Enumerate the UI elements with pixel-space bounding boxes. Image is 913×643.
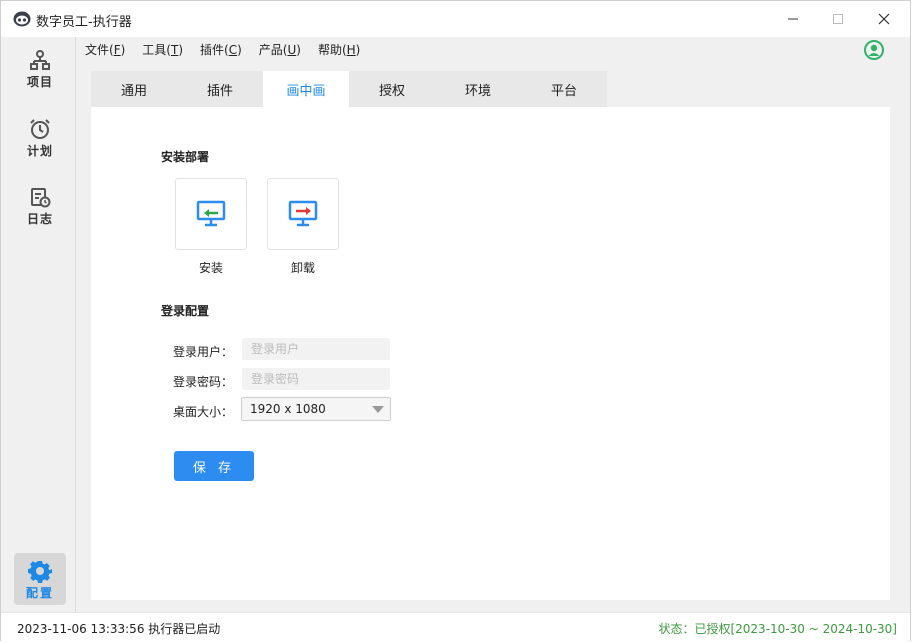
sitemap-icon	[30, 50, 50, 70]
desktop-size-label: 桌面大小：	[173, 405, 234, 419]
menu-file[interactable]: 文件(F)	[85, 41, 125, 58]
tab-general[interactable]: 通用	[91, 71, 177, 107]
uninstall-monitor-icon	[288, 200, 318, 227]
password-field-label: 登录密码：	[173, 375, 234, 389]
login-section-title: 登录配置	[161, 304, 210, 318]
window-title: 数字员工-执行器	[36, 15, 132, 30]
sidebar-item-label: 项目	[26, 75, 53, 89]
tab-platform[interactable]: 平台	[521, 71, 607, 107]
desktop-size-value: 1920 x 1080	[250, 402, 326, 416]
menu-plugins[interactable]: 插件(C)	[200, 41, 242, 58]
login-password-input[interactable]	[242, 368, 390, 390]
status-log-message: 2023-11-06 13:33:56 执行器已启动	[17, 622, 221, 636]
user-field-label: 登录用户：	[173, 345, 234, 359]
menu-product[interactable]: 产品(U)	[259, 41, 301, 58]
install-label: 安装	[198, 261, 223, 275]
tab-plugins[interactable]: 插件	[177, 71, 263, 107]
user-account-icon[interactable]	[864, 40, 884, 60]
install-button[interactable]	[175, 178, 247, 250]
uninstall-label: 卸载	[290, 261, 315, 275]
status-bar: 2023-11-06 13:33:56 执行器已启动 状态：已授权[2023-1…	[1, 612, 910, 641]
login-user-input[interactable]	[242, 338, 390, 360]
install-section-title: 安装部署	[161, 150, 210, 164]
close-icon	[878, 13, 890, 25]
settings-panel: 安装部署 安装 卸载 登录配置 登录用户： 登录密码：	[91, 107, 890, 600]
uninstall-button[interactable]	[267, 178, 339, 250]
sidebar-item-config[interactable]: 配置	[14, 553, 66, 605]
maximize-button[interactable]	[815, 1, 861, 37]
menu-help[interactable]: 帮助(H)	[318, 41, 360, 58]
install-monitor-icon	[196, 200, 226, 227]
menu-bar: 文件(F) 工具(T) 插件(C) 产品(U) 帮助(H)	[76, 37, 910, 61]
minimize-icon	[788, 18, 798, 20]
sidebar-divider	[75, 37, 76, 612]
sidebar-item-project[interactable]: 项目	[6, 49, 74, 111]
tab-strip: 通用 插件 画中画 授权 环境 平台	[91, 71, 607, 107]
menu-tools[interactable]: 工具(T)	[142, 41, 183, 58]
sidebar-item-label: 日志	[26, 212, 53, 226]
sidebar: 项目 计划 日志 配置	[6, 37, 74, 612]
sidebar-item-log[interactable]: 日志	[6, 186, 74, 248]
tab-environment[interactable]: 环境	[435, 71, 521, 107]
app-window: 数字员工-执行器 项目 计划 日志 配置 文件(F) 工具(T) 插件(C) 产…	[0, 0, 911, 641]
gear-icon	[28, 561, 52, 583]
sidebar-item-label: 配置	[25, 586, 54, 600]
app-logo-icon	[13, 11, 31, 27]
maximize-icon	[833, 14, 843, 24]
minimize-button[interactable]	[770, 1, 816, 37]
chevron-down-icon	[372, 406, 384, 413]
sidebar-item-label: 计划	[26, 144, 53, 158]
save-button[interactable]: 保 存	[174, 451, 254, 481]
tab-license[interactable]: 授权	[349, 71, 435, 107]
desktop-size-select[interactable]: 1920 x 1080	[241, 397, 391, 421]
close-button[interactable]	[861, 1, 907, 37]
tab-picture-in-picture[interactable]: 画中画	[263, 71, 349, 107]
license-status: 状态：已授权[2023-10-30 ~ 2024-10-30]	[658, 622, 897, 636]
alarm-clock-icon	[30, 119, 50, 139]
sidebar-item-plan[interactable]: 计划	[6, 118, 74, 180]
title-bar: 数字员工-执行器	[1, 1, 910, 37]
log-calendar-icon	[31, 188, 51, 208]
